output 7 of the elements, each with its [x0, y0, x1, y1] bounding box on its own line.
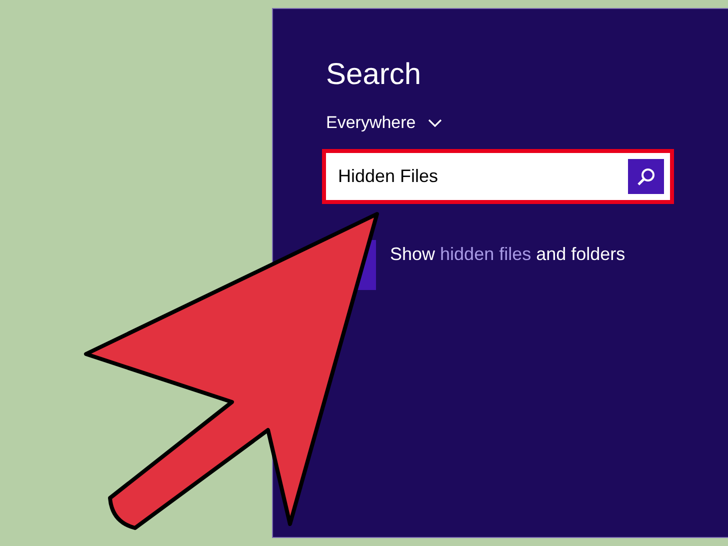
chevron-icon [428, 118, 442, 128]
panel-title: Search [326, 57, 422, 93]
scope-dropdown[interactable]: Everywhere [326, 113, 442, 133]
search-button[interactable] [628, 159, 664, 194]
search-field[interactable]: Hidden Files [322, 149, 674, 204]
search-icon [636, 166, 656, 186]
result-link[interactable]: Show hidden files and folders [390, 244, 626, 265]
